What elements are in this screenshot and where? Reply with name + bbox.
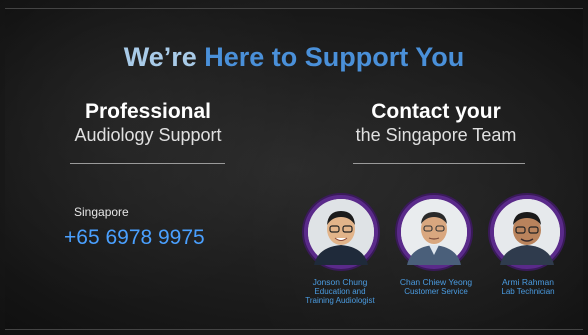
team-member-caption: Jonson Chung Education and Training Audi…	[298, 277, 382, 306]
phone-number-link[interactable]: +65 6978 9975	[64, 226, 205, 250]
team-member-role: Education and	[314, 287, 366, 296]
team-member-role: Lab Technician	[501, 287, 555, 296]
contact-heading: Contact your the Singapore Team	[340, 100, 532, 146]
team-member-avatar	[304, 195, 378, 269]
title-part-2: Here to Support You	[204, 42, 465, 72]
team-member-avatar	[397, 195, 471, 269]
location-label: Singapore	[74, 205, 129, 219]
page-title: We’re Here to Support You	[0, 42, 588, 73]
team-member-role: Training Audiologist	[305, 296, 375, 305]
contact-heading-light: the Singapore Team	[355, 125, 517, 145]
support-heading-light: Audiology Support	[74, 125, 222, 145]
team-member-caption: Chan Chiew Yeong Customer Service	[388, 277, 484, 297]
support-heading-bold: Professional	[84, 100, 212, 123]
team-member-name: Jonson Chung	[312, 277, 368, 287]
contact-heading-bold: Contact your	[371, 100, 501, 123]
left-divider	[70, 163, 225, 164]
person-icon	[308, 199, 374, 265]
team-member-caption: Armi Rahman Lab Technician	[490, 277, 566, 297]
support-heading: Professional Audiology Support	[63, 100, 233, 146]
team-member-avatar	[490, 195, 564, 269]
person-icon	[401, 199, 467, 265]
title-part-1: We’re	[123, 42, 197, 72]
team-member-name: Chan Chiew Yeong	[399, 277, 473, 287]
team-member-name: Armi Rahman	[502, 277, 554, 287]
team-member-role: Customer Service	[404, 287, 468, 296]
person-icon	[494, 199, 560, 265]
right-divider	[353, 163, 525, 164]
